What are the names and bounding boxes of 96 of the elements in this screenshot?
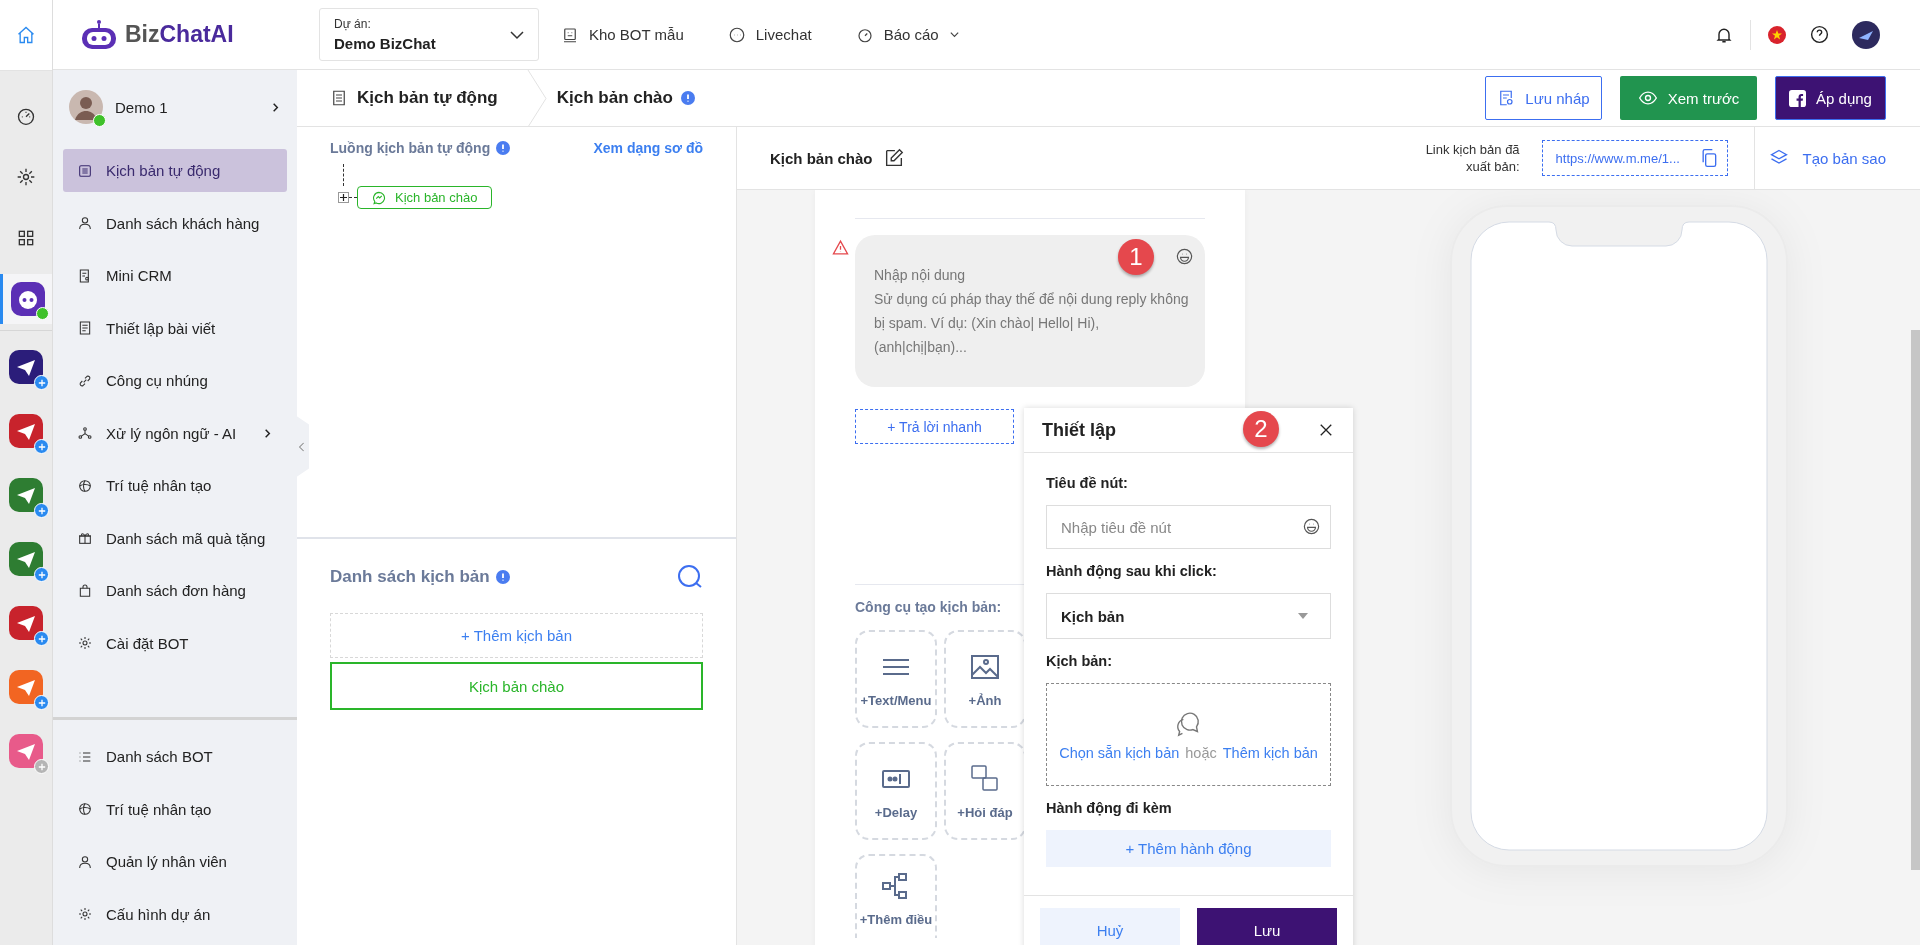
network-icon bbox=[77, 425, 93, 441]
robot-icon bbox=[561, 25, 579, 44]
user-menu[interactable]: Demo 1 bbox=[53, 70, 297, 130]
flag-icon[interactable] bbox=[1767, 24, 1787, 45]
sidebar-item[interactable]: Cài đặt BOT bbox=[63, 621, 287, 665]
app-icon[interactable] bbox=[10, 282, 45, 316]
tool-tile[interactable]: +Thêm điều bbox=[855, 854, 937, 938]
chevron-right-icon bbox=[270, 101, 281, 113]
preview-button[interactable]: Xem trước bbox=[1620, 76, 1757, 120]
sidebar-item[interactable]: Danh sách khách hàng bbox=[63, 201, 287, 245]
user-icon bbox=[77, 853, 93, 870]
plus-badge-icon bbox=[34, 503, 49, 518]
dialog-title: Thiết lập bbox=[1042, 419, 1116, 441]
messenger-icon bbox=[372, 190, 386, 205]
search-icon[interactable] bbox=[677, 564, 703, 590]
nav-link[interactable]: Báo cáo bbox=[855, 25, 960, 44]
app-icon[interactable] bbox=[9, 606, 43, 640]
sidebar-item[interactable]: Trí tuệ nhân tạo bbox=[63, 787, 287, 831]
tool-tile[interactable]: +Text/Menu bbox=[855, 630, 937, 728]
expand-icon[interactable] bbox=[338, 192, 349, 203]
step-marker: 2 bbox=[1243, 411, 1279, 447]
emoji-icon[interactable] bbox=[1302, 517, 1321, 536]
sidebar-item[interactable]: Danh sách BOT bbox=[63, 735, 287, 778]
script-title: Kịch bản chào bbox=[770, 149, 873, 167]
info-icon bbox=[495, 570, 510, 584]
save-button[interactable]: Lưu bbox=[1197, 908, 1337, 945]
plus-badge-icon bbox=[34, 439, 49, 454]
action-select[interactable]: Kịch bản bbox=[1046, 593, 1331, 639]
sidebar-item[interactable]: Quản lý nhân viên bbox=[63, 840, 287, 883]
avatar-icon bbox=[69, 90, 103, 124]
connector-line bbox=[349, 197, 357, 198]
emoji-icon[interactable] bbox=[1175, 247, 1194, 266]
view-diagram-link[interactable]: Xem dạng sơ đồ bbox=[593, 140, 703, 156]
apply-button[interactable]: Áp dụng bbox=[1775, 76, 1886, 120]
gift-icon bbox=[77, 530, 93, 546]
add-script-link[interactable]: Thêm kịch bản bbox=[1222, 744, 1318, 761]
document-icon bbox=[330, 89, 348, 107]
sidebar-item[interactable]: Thiết lập bài viết bbox=[63, 306, 287, 350]
caret-icon bbox=[1298, 613, 1308, 619]
nav-link[interactable]: Kho BOT mẫu bbox=[561, 25, 684, 44]
sidebar-item[interactable]: Danh sách mã quà tặng bbox=[63, 516, 287, 560]
list-icon bbox=[77, 162, 93, 179]
settings-icon bbox=[77, 635, 93, 651]
published-link-field[interactable]: https://www.m.me/1... bbox=[1541, 140, 1728, 176]
document-icon bbox=[77, 320, 93, 336]
tool-tile[interactable]: +Delay bbox=[855, 742, 937, 840]
link-icon bbox=[77, 372, 93, 389]
save-draft-button[interactable]: Lưu nháp bbox=[1485, 76, 1602, 120]
sidebar-item[interactable]: Trí tuệ nhân tạo bbox=[63, 464, 287, 507]
chat-icon bbox=[727, 25, 746, 44]
field-label: Tiêu đề nút: bbox=[1046, 475, 1129, 491]
or-text: hoặc bbox=[1185, 744, 1217, 761]
button-title-field[interactable]: Nhập tiêu đề nút bbox=[1046, 505, 1331, 549]
app-icon[interactable] bbox=[9, 350, 43, 384]
info-icon bbox=[680, 91, 695, 105]
sidebar-item[interactable]: Công cụ nhúng bbox=[63, 359, 287, 402]
connector-line bbox=[343, 164, 344, 186]
section-title: Luồng kịch bản tự động bbox=[330, 140, 491, 156]
avatar-icon[interactable] bbox=[1852, 20, 1880, 49]
help-icon[interactable] bbox=[1809, 24, 1830, 45]
duplicate-button[interactable]: Tạo bản sao bbox=[1764, 148, 1920, 168]
project-select[interactable]: Dự án: Demo BizChat bbox=[319, 8, 539, 61]
plus-badge-icon bbox=[34, 759, 49, 774]
choose-script-link[interactable]: Chọn sẵn kịch bản bbox=[1059, 744, 1180, 761]
plus-badge-icon bbox=[34, 631, 49, 646]
link-label: Link kịch bản đã xuất bản: bbox=[1424, 141, 1520, 175]
bag-icon bbox=[77, 582, 93, 599]
add-script-button[interactable]: + Thêm kịch bản bbox=[330, 613, 703, 658]
sidebar-item[interactable]: Kịch bản tự động bbox=[63, 149, 287, 192]
field-label: Hành động đi kèm bbox=[1046, 800, 1173, 816]
add-action-button[interactable]: + Thêm hành động bbox=[1046, 830, 1331, 867]
quick-reply-button[interactable]: + Trả lời nhanh bbox=[855, 409, 1014, 444]
user-icon bbox=[77, 215, 93, 231]
nav-link[interactable]: Livechat bbox=[727, 25, 812, 44]
robot-logo-icon bbox=[79, 18, 119, 51]
section-title: Danh sách kịch bản bbox=[330, 567, 490, 587]
plus-badge-icon bbox=[34, 567, 49, 582]
logo-text: BizChatAI bbox=[125, 21, 234, 48]
breadcrumb-link[interactable]: Kịch bản tự động bbox=[357, 88, 498, 108]
sidebar-item[interactable]: Danh sách đơn hàng bbox=[63, 569, 287, 612]
scrollbar[interactable] bbox=[1911, 330, 1920, 870]
plus-badge-icon bbox=[34, 695, 49, 710]
field-label: Kịch bản: bbox=[1046, 653, 1114, 669]
info-icon bbox=[496, 141, 511, 155]
facebook-icon bbox=[1789, 89, 1807, 107]
document-icon bbox=[1497, 89, 1516, 107]
close-icon[interactable] bbox=[1319, 423, 1333, 437]
field-label: Hành động sau khi click: bbox=[1046, 563, 1218, 579]
plus-badge-icon bbox=[34, 375, 49, 390]
app-icon[interactable] bbox=[9, 414, 43, 448]
sidebar-item[interactable]: Mini CRM bbox=[63, 254, 287, 297]
sidebar-item[interactable]: Cấu hình dự án bbox=[63, 892, 287, 936]
page-title: Kịch bản chào bbox=[556, 88, 673, 108]
sidebar-item[interactable]: Xử lý ngôn ngữ - AI bbox=[63, 411, 287, 455]
section-title: Công cụ tạo kịch bản: bbox=[855, 599, 1003, 615]
settings-icon bbox=[77, 906, 93, 922]
